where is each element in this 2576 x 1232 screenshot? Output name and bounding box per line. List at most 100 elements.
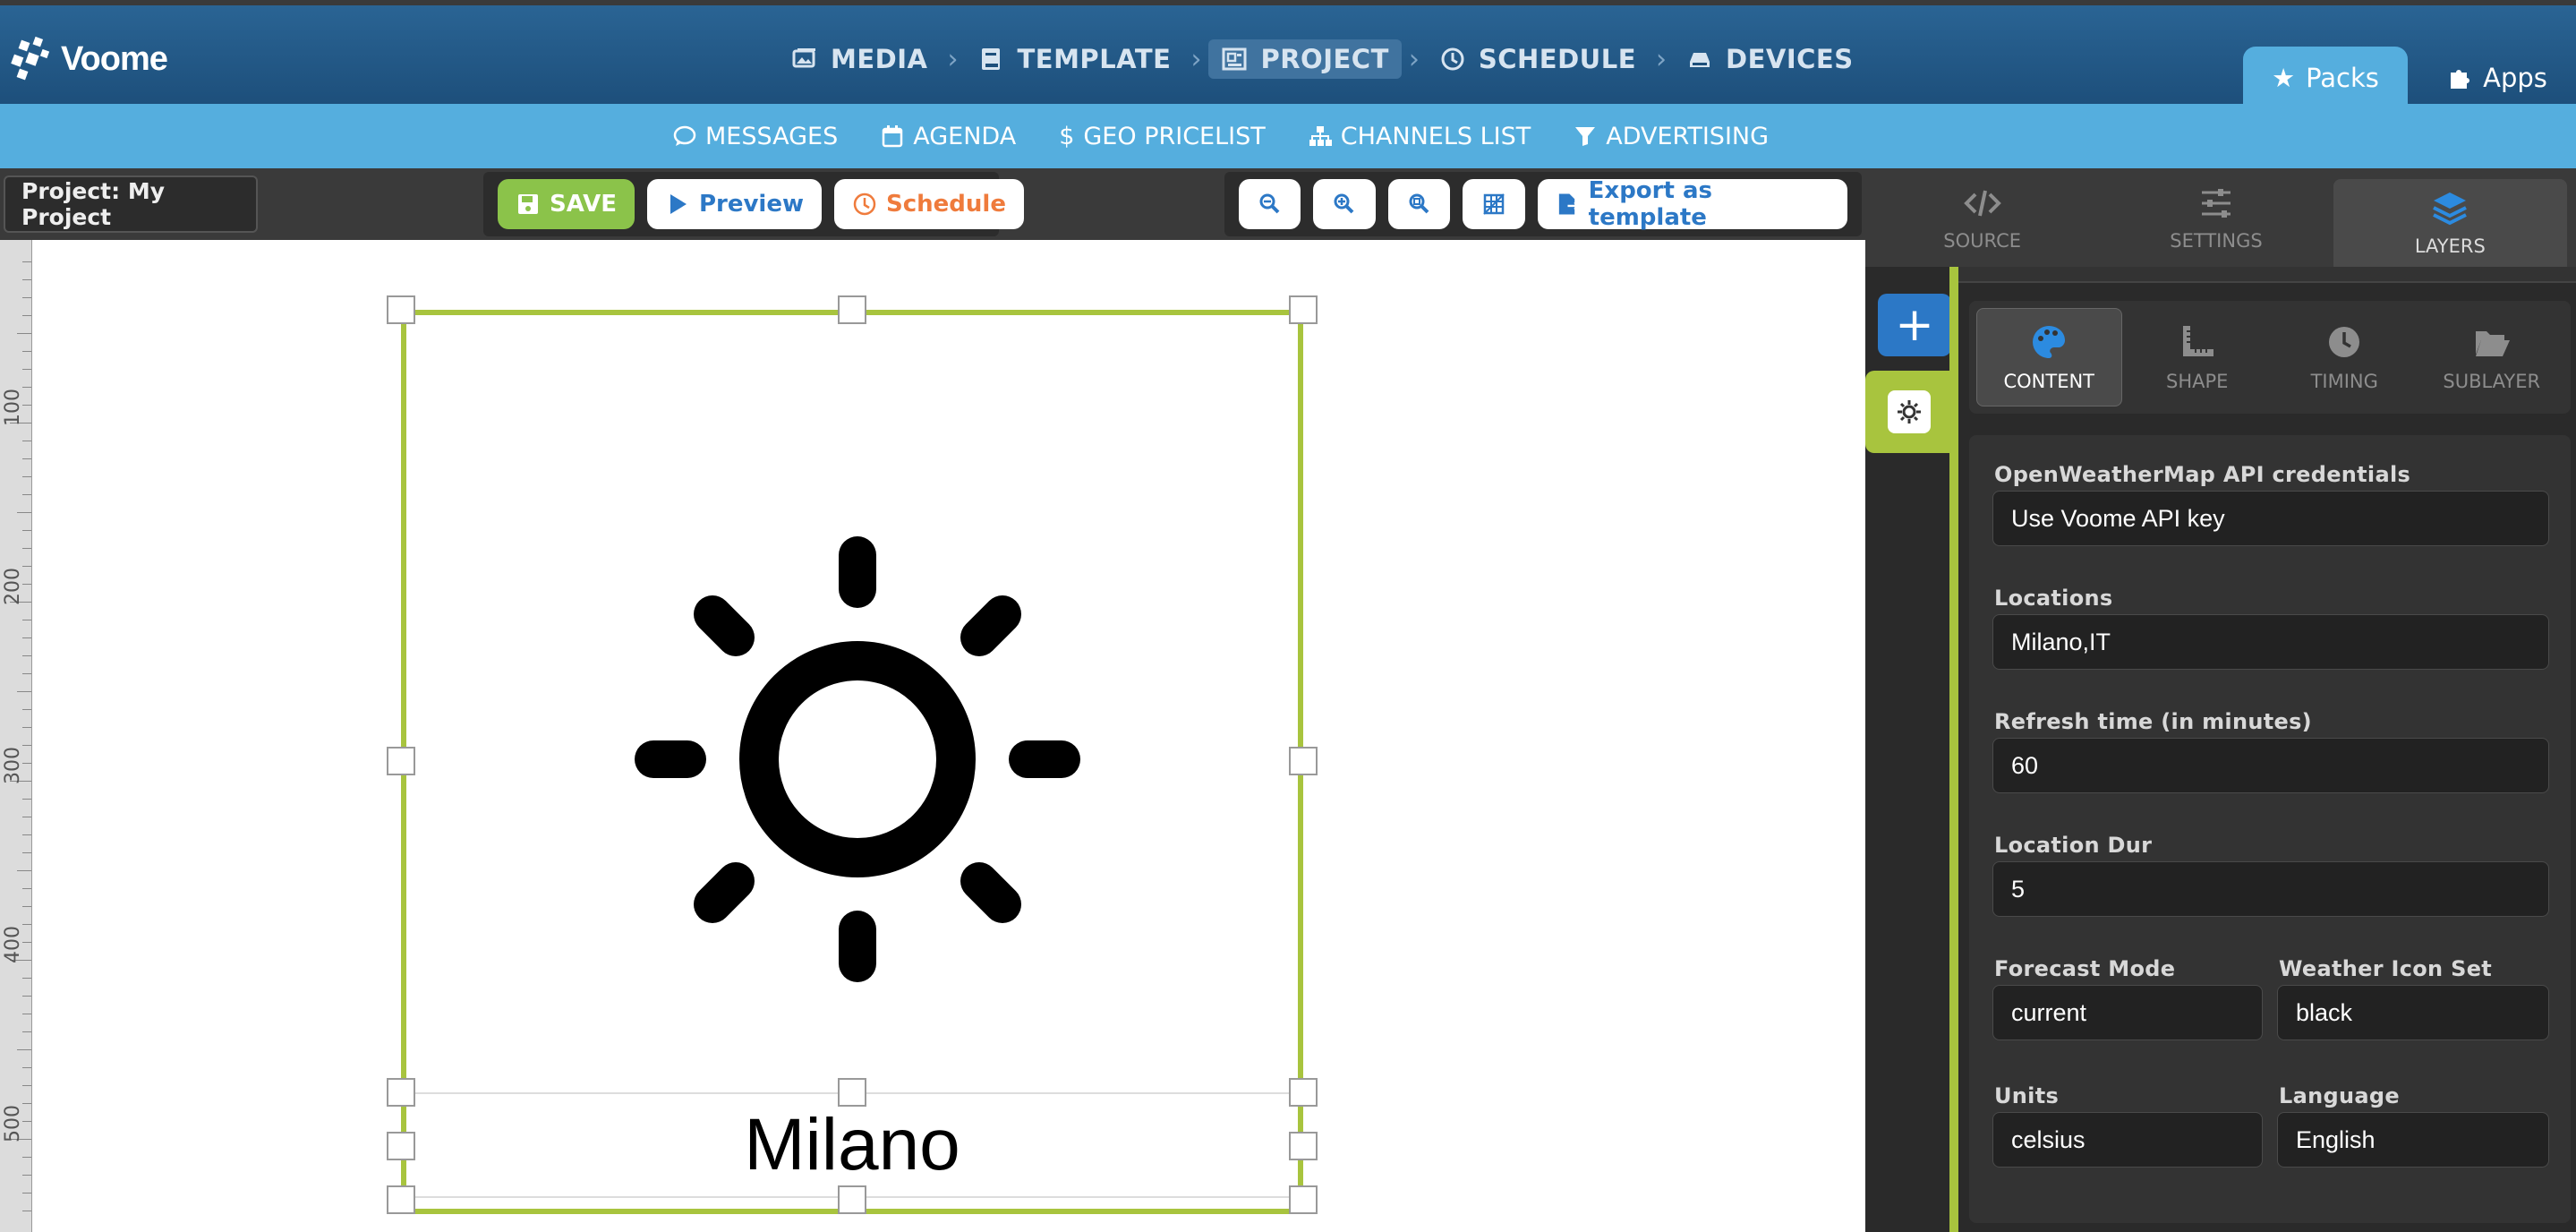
tab-layers-label: LAYERS [2414,235,2486,257]
resize-handle-nw[interactable] [387,295,415,324]
subnav-messages[interactable]: MESSAGES [673,123,838,150]
nav-schedule[interactable]: SCHEDULE [1427,39,1649,79]
tab-settings-label: SETTINGS [2170,230,2263,252]
selection-indicator [1949,267,1958,1232]
plus-icon: + [1895,298,1934,352]
layer-properties: CONTENT SHAPE TIMING SUBLAYER OpenWeathe… [1958,267,2576,1232]
subnav-messages-label: MESSAGES [704,122,839,150]
tab-sublayer-label: SUBLAYER [2443,371,2541,392]
clock-icon [853,192,876,216]
top-bar: Voome MEDIA › TEMPLATE › PROJECT › SCHED… [0,0,2576,109]
editor-canvas[interactable]: Milano [32,240,1865,1232]
chevron-right-icon: › [1190,43,1202,75]
zoom-out-button[interactable] [1239,179,1301,229]
funnel-icon [1575,127,1596,146]
forecast-mode-select[interactable]: current [1992,985,2263,1040]
chevron-right-icon: › [1656,43,1668,75]
weather-icon-set-select[interactable]: black [2277,985,2549,1040]
weather-icon-set-label: Weather Icon Set [2279,956,2493,981]
code-icon [1963,190,2001,217]
star-icon: ★ [2272,63,2296,93]
resize-handle-sw[interactable] [387,1185,415,1214]
apps-button[interactable]: Apps [2426,47,2569,109]
voome-logo-icon [11,36,50,81]
divider [1958,267,2576,283]
grid-toggle-button[interactable] [1463,179,1525,229]
resize-handle-ne[interactable] [1289,1078,1318,1107]
play-icon [670,194,687,214]
tab-content-label: CONTENT [2003,371,2095,392]
language-select[interactable]: English [2277,1112,2549,1168]
subnav-agenda-label: AGENDA [913,122,1017,150]
layer-tabs: CONTENT SHAPE TIMING SUBLAYER [1969,301,2571,414]
nav-media[interactable]: MEDIA [779,39,940,79]
forecast-mode-label: Forecast Mode [1994,956,2176,981]
tab-shape-label: SHAPE [2166,371,2229,392]
resize-handle-se[interactable] [1289,1185,1318,1214]
tab-content[interactable]: CONTENT [1976,308,2122,406]
file-export-icon [1558,193,1580,215]
chevron-right-icon: › [1408,43,1420,75]
save-button[interactable]: SAVE [498,179,635,229]
sliders-icon [2201,189,2231,218]
tab-layers[interactable]: LAYERS [2333,179,2567,267]
subnav-advertising[interactable]: ADVERTISING [1574,123,1769,150]
dollar-icon: $ [1059,122,1075,150]
zoom-in-button[interactable] [1313,179,1376,229]
gear-icon [1888,390,1931,433]
tab-sublayer[interactable]: SUBLAYER [2420,308,2564,406]
refresh-time-label: Refresh time (in minutes) [1994,709,2312,734]
apps-label: Apps [2483,63,2547,93]
locations-input[interactable]: Milano,IT [1992,614,2549,670]
tab-settings[interactable]: SETTINGS [2099,168,2333,267]
preview-button[interactable]: Preview [646,179,822,229]
ruler-label: 500 [2,1105,24,1142]
resize-handle-s[interactable] [838,1185,866,1214]
nav-template[interactable]: TEMPLATE [965,39,1183,79]
resize-handle-n[interactable] [838,1078,866,1107]
add-layer-button[interactable]: + [1878,294,1951,356]
resize-handle-w[interactable] [387,1132,415,1160]
calendar-icon [882,125,903,148]
tab-source-label: SOURCE [1943,230,2022,252]
resize-handle-nw[interactable] [387,1078,415,1107]
export-label: Export as template [1588,177,1712,231]
nav-project[interactable]: PROJECT [1208,39,1402,79]
subnav-channels-list[interactable]: CHANNELS LIST [1309,123,1531,150]
brand-name: Voome [61,39,168,78]
zoom-in-icon [1334,193,1354,214]
layer-item-weather[interactable] [1865,371,1953,453]
api-credentials-select[interactable]: Use Voome API key [1992,491,2549,546]
resize-handle-e[interactable] [1289,1132,1318,1160]
ruler-label: 100 [2,389,24,426]
tab-source[interactable]: SOURCE [1865,168,2099,267]
resize-handle-n[interactable] [838,295,866,324]
location-duration-input[interactable]: 5 [1992,861,2549,917]
subnav-agenda[interactable]: AGENDA [881,123,1016,150]
clock-icon [2329,327,2360,357]
export-template-button[interactable]: Export as template [1537,177,1847,231]
packs-button[interactable]: ★ Packs [2243,47,2408,109]
nav-devices[interactable]: DEVICES [1674,39,1866,79]
tab-shape[interactable]: SHAPE [2126,308,2270,406]
subnav-geo-pricelist[interactable]: $ GEO PRICELIST [1059,123,1266,150]
ruler-label: 400 [2,926,24,963]
schedule-button[interactable]: Schedule [834,179,1024,229]
properties-panel: SOURCE SETTINGS LAYERS + CONTENT SHAPE T… [1865,168,2576,1232]
resize-handle-ne[interactable] [1289,295,1318,324]
ruler-label: 200 [2,568,24,605]
nav-project-label: PROJECT [1260,44,1389,74]
resize-handle-e[interactable] [1289,747,1318,775]
preview-label: Preview [698,191,804,218]
brand-logo[interactable]: Voome [7,32,168,86]
refresh-time-input[interactable]: 60 [1992,738,2549,793]
action-buttons: SAVE Preview Schedule [483,172,1024,236]
editor-toolbar: Project: My Project SAVE Preview Schedul… [0,168,1865,240]
tab-timing[interactable]: TIMING [2273,308,2417,406]
zoom-fit-button[interactable] [1387,179,1451,229]
language-label: Language [2279,1083,2400,1108]
chevron-right-icon: › [947,43,959,75]
resize-handle-w[interactable] [387,747,415,775]
weather-settings-form: OpenWeatherMap API credentials Use Voome… [1969,435,2571,1223]
units-select[interactable]: celsius [1992,1112,2263,1168]
